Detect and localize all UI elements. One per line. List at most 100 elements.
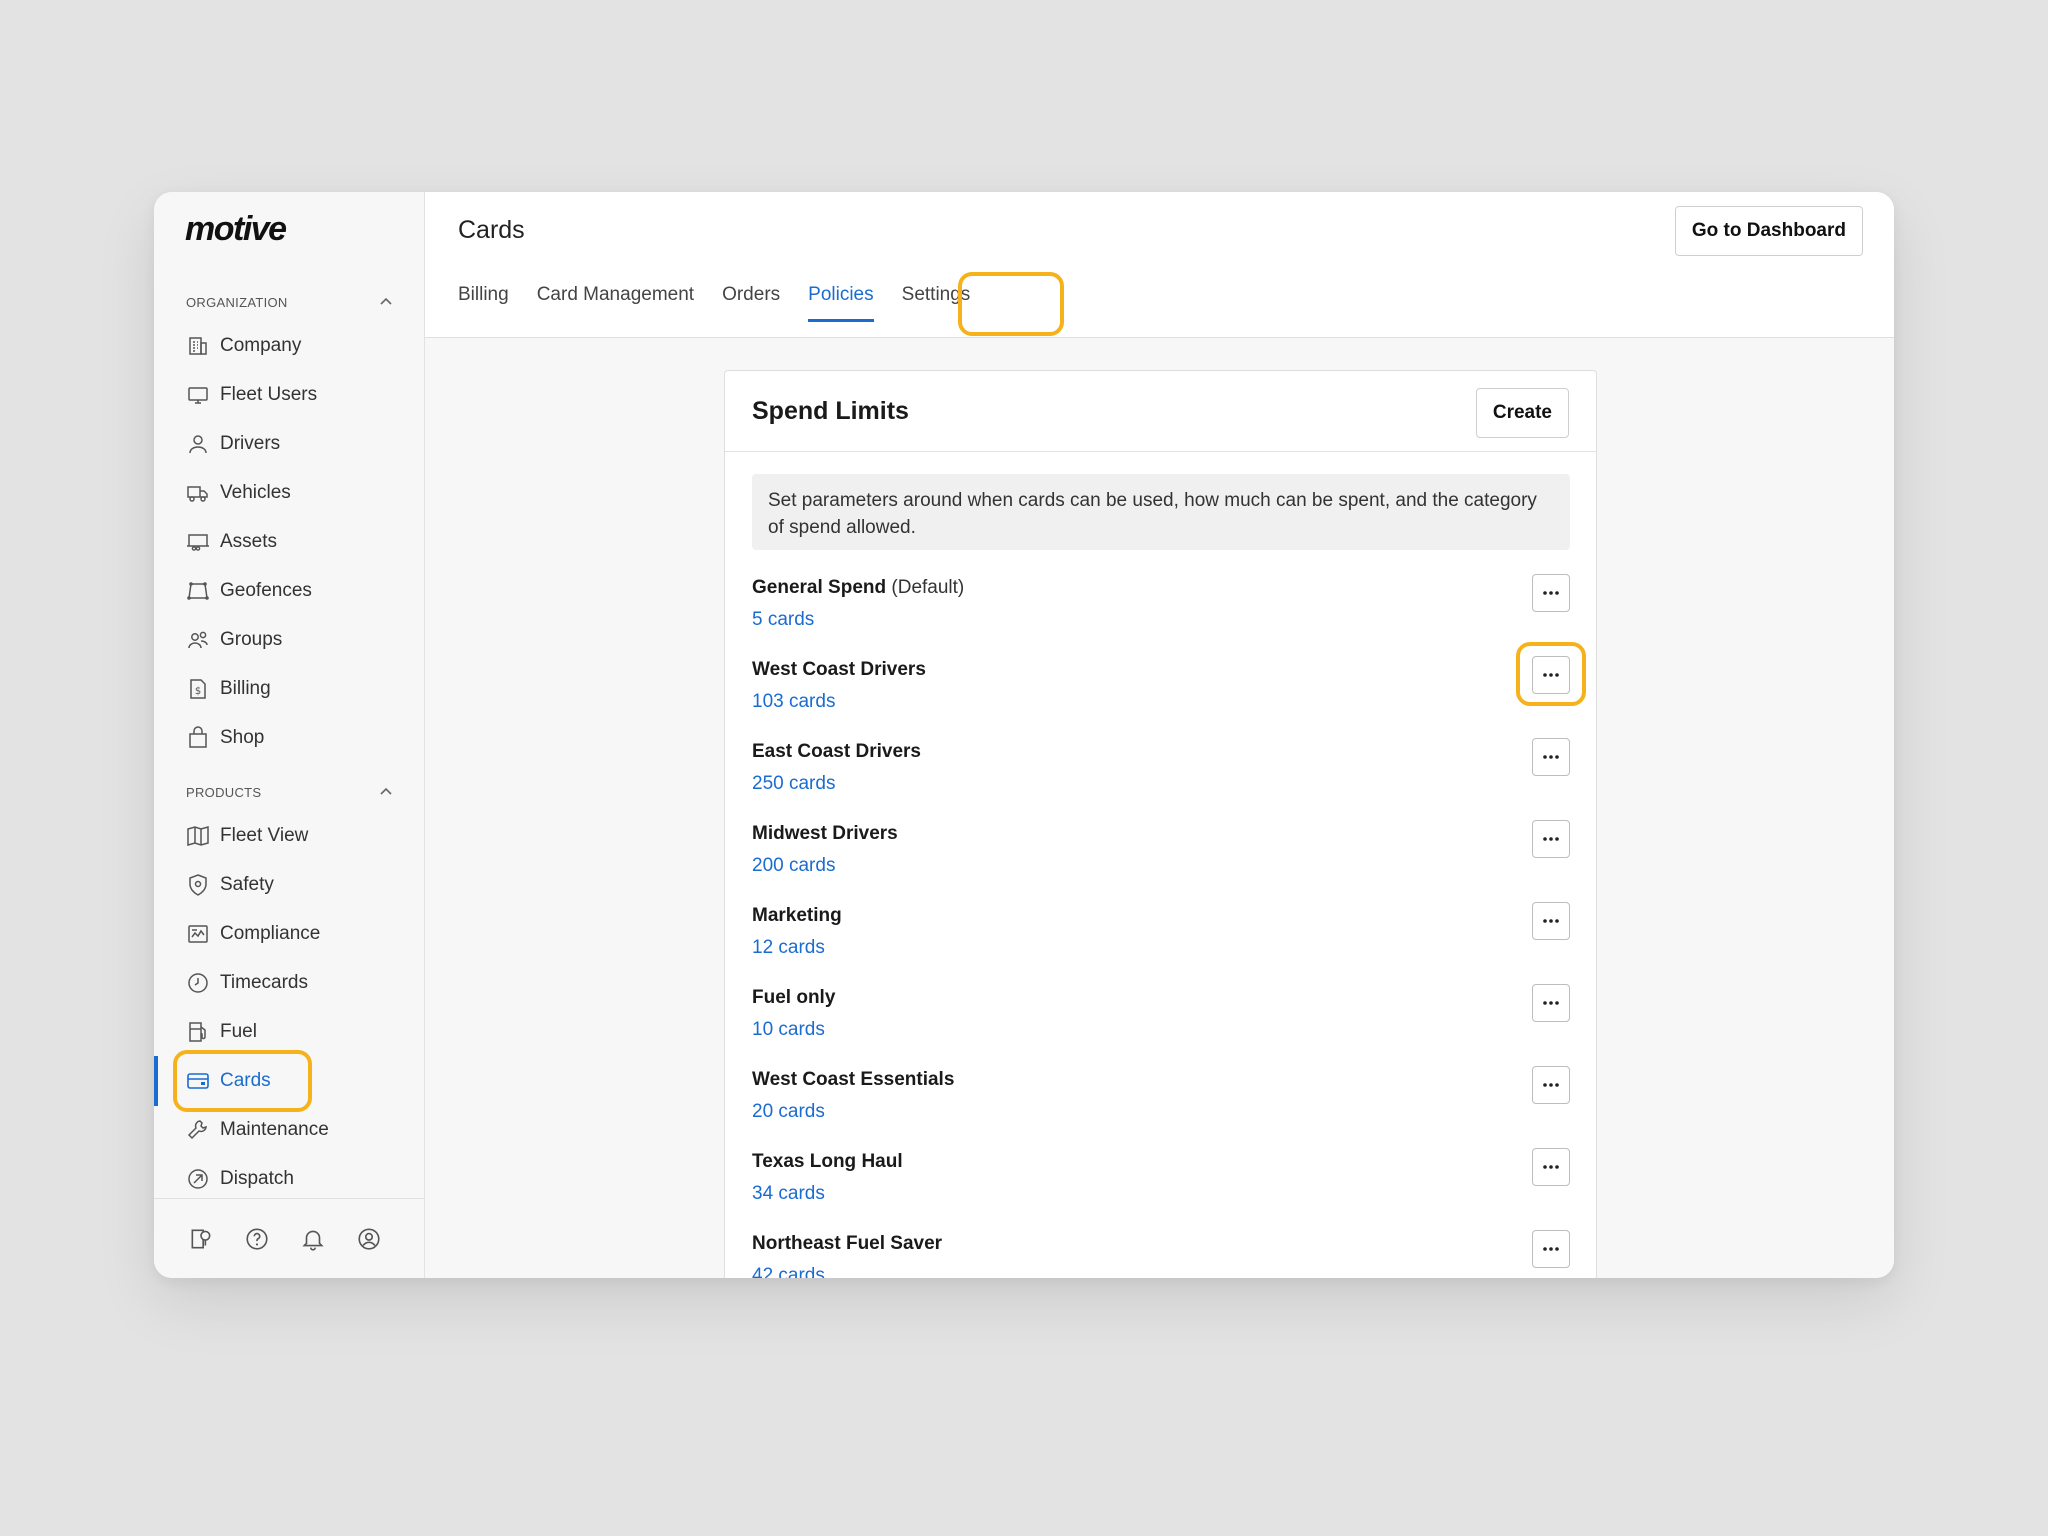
sidebar-item-label: Drivers (220, 433, 281, 454)
policy-name[interactable]: General Spend (Default) (752, 577, 964, 599)
card-count-link[interactable]: 200 cards (752, 855, 835, 877)
top-bar: Cards Go to Dashboard Billing Card Manag… (425, 192, 1894, 338)
policy-name[interactable]: West Coast Essentials (752, 1069, 954, 1091)
policy-row: Midwest Drivers 200 cards (752, 820, 1570, 893)
sidebar-item-dispatch[interactable]: Dispatch (186, 1162, 406, 1196)
sidebar-item-shop[interactable]: Shop (186, 721, 406, 755)
ellipsis-icon (1543, 919, 1559, 923)
help-icon[interactable] (244, 1226, 270, 1252)
sidebar-item-assets[interactable]: Assets (186, 525, 406, 559)
more-options-button[interactable] (1532, 574, 1570, 612)
bell-icon[interactable] (300, 1226, 326, 1252)
dispatch-icon (188, 1169, 208, 1189)
sidebar: motive ORGANIZATION Company Fleet Users … (154, 192, 425, 1278)
sidebar-item-label: Timecards (220, 972, 308, 993)
highlight-ring-more-button (1516, 642, 1586, 706)
sidebar-item-label: Billing (220, 678, 271, 699)
card-count-link[interactable]: 20 cards (752, 1101, 825, 1123)
card-count-link[interactable]: 34 cards (752, 1183, 825, 1205)
more-options-button[interactable] (1532, 820, 1570, 858)
sidebar-item-safety[interactable]: Safety (186, 868, 406, 902)
map-icon (187, 826, 209, 846)
sidebar-item-label: Safety (220, 874, 274, 895)
spend-limits-panel: Spend Limits Create Set parameters aroun… (724, 370, 1597, 1278)
policy-name[interactable]: East Coast Drivers (752, 741, 921, 763)
organization-section-header[interactable]: ORGANIZATION (186, 292, 394, 312)
svg-text:$: $ (195, 686, 201, 697)
card-count-link[interactable]: 5 cards (752, 609, 814, 631)
policy-row: General Spend (Default) 5 cards (752, 574, 1570, 647)
tab-card-management[interactable]: Card Management (537, 284, 694, 322)
tab-bar: Billing Card Management Orders Policies … (458, 284, 970, 322)
policy-row: Fuel only 10 cards (752, 984, 1570, 1057)
sidebar-item-timecards[interactable]: Timecards (186, 966, 406, 1000)
policy-name[interactable]: Marketing (752, 905, 842, 927)
sidebar-item-company[interactable]: Company (186, 329, 406, 363)
chevron-up-icon (380, 297, 392, 305)
policy-name[interactable]: Northeast Fuel Saver (752, 1233, 942, 1255)
tab-orders[interactable]: Orders (722, 284, 780, 322)
chevron-up-icon (380, 787, 392, 795)
sidebar-item-drivers[interactable]: Drivers (186, 427, 406, 461)
sidebar-item-label: Vehicles (220, 482, 291, 503)
card-count-link[interactable]: 42 cards (752, 1265, 825, 1278)
ellipsis-icon (1543, 755, 1559, 759)
create-button[interactable]: Create (1475, 388, 1569, 438)
shield-icon (189, 874, 207, 896)
products-section-header[interactable]: PRODUCTS (186, 782, 394, 802)
ellipsis-icon (1543, 1001, 1559, 1005)
sidebar-item-label: Fleet Users (220, 384, 318, 405)
more-options-button[interactable] (1532, 738, 1570, 776)
panel-title: Spend Limits (752, 397, 909, 425)
sidebar-item-maintenance[interactable]: Maintenance (186, 1113, 406, 1147)
card-count-link[interactable]: 12 cards (752, 937, 825, 959)
sidebar-item-fuel[interactable]: Fuel (186, 1015, 406, 1049)
sidebar-item-label: Company (220, 335, 302, 356)
person-icon (189, 435, 207, 454)
policy-name[interactable]: West Coast Drivers (752, 659, 926, 681)
sidebar-item-billing[interactable]: $ Billing (186, 672, 406, 706)
card-count-link[interactable]: 250 cards (752, 773, 835, 795)
main-content: Cards Go to Dashboard Billing Card Manag… (425, 192, 1894, 1278)
policy-row: Marketing 12 cards (752, 902, 1570, 975)
app-window: motive ORGANIZATION Company Fleet Users … (154, 192, 1894, 1278)
sidebar-item-label: Assets (220, 531, 278, 552)
shopping-bag-icon (189, 726, 207, 748)
sidebar-item-fleet-view[interactable]: Fleet View (186, 819, 406, 853)
sidebar-item-label: Groups (220, 629, 283, 650)
go-to-dashboard-button[interactable]: Go to Dashboard (1674, 206, 1863, 256)
policy-name[interactable]: Midwest Drivers (752, 823, 898, 845)
sidebar-item-vehicles[interactable]: Vehicles (186, 476, 406, 510)
highlight-ring-policies-tab (958, 272, 1064, 336)
card-count-link[interactable]: 103 cards (752, 691, 835, 713)
tab-policies[interactable]: Policies (808, 284, 875, 322)
sidebar-item-geofences[interactable]: Geofences (186, 574, 406, 608)
sidebar-item-label: Fuel (220, 1021, 257, 1042)
sidebar-footer (154, 1198, 425, 1278)
policy-name[interactable]: Texas Long Haul (752, 1151, 903, 1173)
policy-row: West Coast Drivers 103 cards (752, 656, 1570, 729)
policy-name[interactable]: Fuel only (752, 987, 835, 1009)
ellipsis-icon (1543, 837, 1559, 841)
card-count-link[interactable]: 10 cards (752, 1019, 825, 1041)
organization-section-label: ORGANIZATION (186, 294, 288, 310)
tab-billing[interactable]: Billing (458, 284, 509, 322)
more-options-button[interactable] (1532, 984, 1570, 1022)
sidebar-item-groups[interactable]: Groups (186, 623, 406, 657)
account-icon[interactable] (356, 1226, 382, 1252)
truck-icon (187, 486, 208, 502)
more-options-button[interactable] (1532, 1066, 1570, 1104)
motive-logo[interactable]: motive (185, 210, 287, 249)
more-options-button[interactable] (1532, 902, 1570, 940)
fuel-icon (189, 1022, 206, 1042)
more-options-button[interactable] (1532, 1230, 1570, 1268)
sidebar-item-label: Geofences (220, 580, 312, 601)
map-pin-icon[interactable] (188, 1226, 214, 1252)
more-options-button[interactable] (1532, 1148, 1570, 1186)
default-tag: (Default) (891, 577, 965, 598)
page-title: Cards (458, 216, 525, 244)
sidebar-item-fleet-users[interactable]: Fleet Users (186, 378, 406, 412)
sidebar-item-label: Dispatch (220, 1168, 294, 1189)
geofence-icon (187, 582, 209, 600)
sidebar-item-compliance[interactable]: Compliance (186, 917, 406, 951)
